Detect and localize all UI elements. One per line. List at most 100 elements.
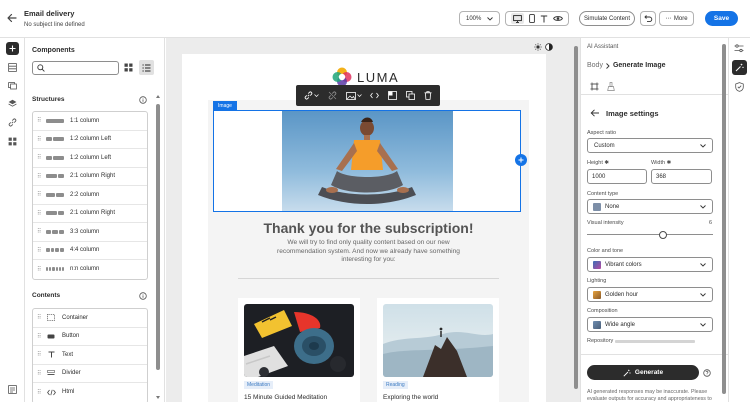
page-subtitle: No subject line defined	[24, 22, 85, 28]
layout-glyph-icon	[46, 118, 64, 123]
article-card[interactable]: Meditation 15 Minute Guided Meditation	[238, 298, 360, 402]
chevron-down-icon	[700, 204, 706, 209]
scroll-down-icon[interactable]	[156, 396, 160, 399]
simulate-content-button[interactable]: Simulate Content	[579, 11, 635, 26]
assets-icon[interactable]	[6, 79, 19, 92]
link-icon[interactable]	[6, 116, 19, 129]
content-type-select[interactable]: None	[587, 199, 713, 214]
width-label: Width ✱	[651, 160, 672, 166]
ai-assistant-icon[interactable]	[732, 60, 747, 75]
button-icon	[46, 332, 56, 340]
link-menu-icon[interactable]	[304, 91, 320, 100]
drag-handle-icon: ⠿	[37, 210, 41, 217]
structure-item[interactable]: ⠿ 2:1 column Right	[33, 168, 147, 186]
width-input[interactable]: 368	[651, 169, 712, 184]
panel-scrollbar[interactable]	[722, 40, 726, 400]
settings-panel-icon[interactable]	[6, 383, 19, 396]
brand-name: LUMA	[357, 69, 400, 85]
drag-handle-icon: ⠿	[37, 136, 41, 143]
undo-button[interactable]	[640, 11, 656, 26]
structure-item[interactable]: ⠿ 2:1 column Right	[33, 205, 147, 223]
image-menu-icon[interactable]	[345, 91, 362, 100]
card-title: Exploring the world	[383, 394, 439, 401]
image-target-icon[interactable]	[590, 82, 599, 91]
lighting-select[interactable]: Golden hour	[587, 287, 713, 302]
help-icon[interactable]	[703, 369, 711, 377]
list-view-icon[interactable]	[139, 60, 154, 75]
structure-item[interactable]: ⠿ 3:3 column	[33, 223, 147, 242]
body-text: We will try to find only quality content…	[277, 239, 460, 263]
zoom-value: 100%	[466, 15, 482, 22]
text-mode-icon[interactable]	[540, 15, 548, 23]
height-input[interactable]: 1000	[587, 169, 647, 184]
ellipsis-icon: ···	[665, 15, 671, 22]
apps-grid-icon[interactable]	[6, 135, 19, 148]
chevron-down-icon	[487, 16, 493, 21]
content-item-container[interactable]: ⠿ Container	[33, 309, 147, 328]
structure-item[interactable]: ⠿ n:n column	[33, 260, 147, 279]
properties-icon[interactable]	[734, 44, 744, 53]
chevron-down-icon	[700, 292, 706, 297]
color-tone-select[interactable]: Vibrant colors	[587, 257, 713, 272]
text-icon	[46, 351, 56, 359]
hero-image-block[interactable]	[213, 110, 527, 212]
desktop-icon[interactable]	[510, 13, 524, 24]
breadcrumb-root[interactable]: Body	[587, 62, 603, 69]
composition-select[interactable]: Wide angle	[587, 317, 713, 332]
article-card[interactable]: Reading Exploring the world	[377, 298, 499, 402]
panel-title: AI Assistant	[587, 44, 619, 50]
content-item-divider[interactable]: ⠿ Divider	[33, 365, 147, 383]
content-item-text[interactable]: ⠿ Text	[33, 346, 147, 365]
card-tag: Reading	[383, 381, 408, 389]
aspect-ratio-select[interactable]: Custom	[587, 138, 713, 153]
structure-item[interactable]: ⠿ 1:1 column	[33, 112, 147, 131]
disclaimer-text: AI generated responses may be inaccurate…	[587, 389, 712, 402]
composition-label: Composition	[587, 308, 618, 314]
canvas-scrollbar[interactable]	[574, 38, 578, 402]
info-icon[interactable]	[139, 96, 147, 104]
visual-intensity-track	[587, 234, 713, 235]
content-type-label: Content type	[587, 191, 619, 197]
structure-item[interactable]: ⠿ 1:2 column Left	[33, 131, 147, 149]
code-icon[interactable]	[370, 92, 380, 99]
save-button[interactable]: Save	[705, 11, 738, 26]
layout-glyph-icon	[46, 155, 64, 160]
add-icon[interactable]	[6, 42, 19, 55]
back-arrow-icon[interactable]	[6, 12, 18, 24]
scroll-up-icon[interactable]	[156, 95, 160, 98]
search-icon	[37, 64, 45, 72]
brush-icon[interactable]	[607, 82, 615, 91]
layout-glyph-icon	[46, 267, 65, 272]
layout-glyph-icon	[46, 229, 64, 234]
mobile-icon[interactable]	[529, 14, 535, 23]
breadcrumb-current: Generate Image	[612, 62, 666, 69]
generate-button[interactable]: Generate	[587, 365, 699, 380]
content-item-button[interactable]: ⠿ Button	[33, 328, 147, 346]
zoom-select[interactable]: 100%	[459, 11, 500, 26]
theme-toggle[interactable]	[534, 41, 556, 52]
repository-path	[615, 340, 695, 343]
content-type-thumb-icon	[593, 202, 601, 211]
back-arrow-icon[interactable]	[590, 109, 600, 117]
content-item-html[interactable]: ⠿ Html	[33, 383, 147, 402]
search-input[interactable]	[32, 61, 119, 75]
more-button[interactable]: ··· More	[659, 11, 694, 26]
panel-scrollbar[interactable]	[156, 104, 160, 370]
fragments-icon[interactable]	[6, 61, 19, 74]
drag-handle-icon: ⠿	[37, 173, 41, 180]
grid-view-icon[interactable]	[124, 63, 133, 72]
duplicate-icon[interactable]	[405, 91, 415, 100]
unlink-icon[interactable]	[328, 91, 337, 100]
select-parent-icon[interactable]	[388, 91, 398, 100]
delete-icon[interactable]	[424, 91, 432, 100]
layout-glyph-icon	[46, 192, 64, 197]
preview-eye-icon[interactable]	[553, 15, 564, 22]
visual-intensity-slider[interactable]	[658, 231, 667, 239]
structure-item[interactable]: ⠿ 2:2 column	[33, 186, 147, 205]
layers-icon[interactable]	[6, 97, 19, 110]
shield-icon[interactable]	[735, 82, 744, 92]
info-icon[interactable]	[139, 292, 147, 300]
structure-item[interactable]: ⠿ 1:2 column Left	[33, 149, 147, 168]
structure-item[interactable]: ⠿ 4:4 column	[33, 242, 147, 260]
add-block-icon[interactable]	[515, 154, 527, 166]
